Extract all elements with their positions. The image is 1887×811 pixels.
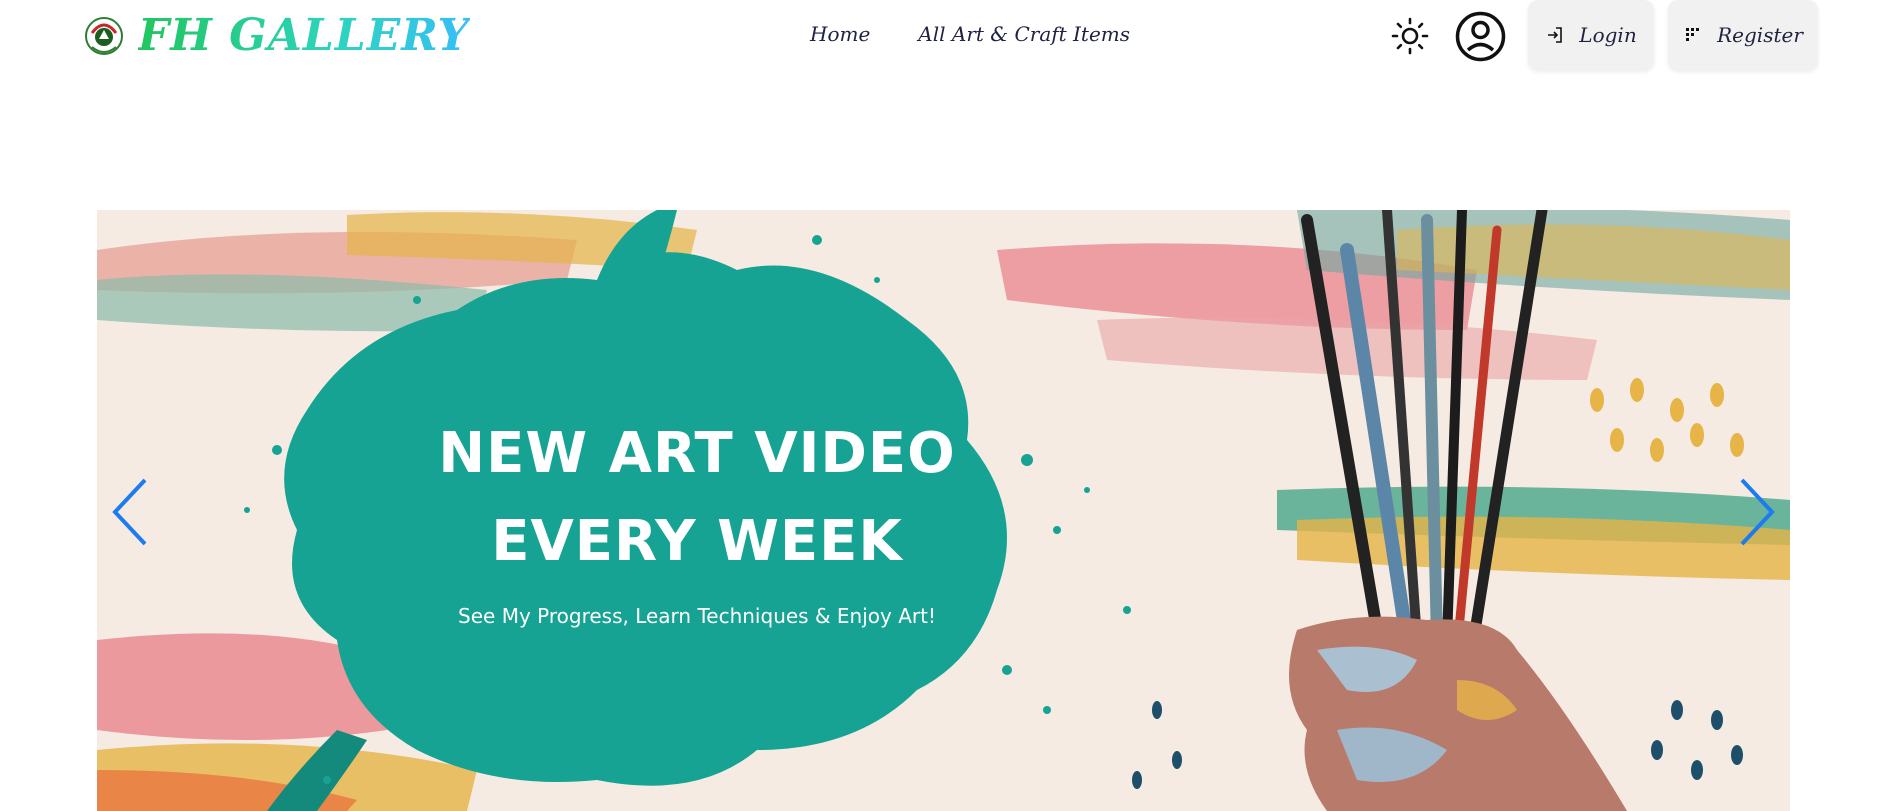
login-label: Login xyxy=(1579,23,1637,47)
login-arrow-icon xyxy=(1548,27,1563,43)
sun-icon xyxy=(1391,17,1429,55)
hero-text: NEW ART VIDEO EVERY WEEK See My Progress… xyxy=(397,410,997,628)
nav-link-all-art-craft-items[interactable]: All Art & Craft Items xyxy=(918,22,1130,46)
main-nav: Home All Art & Craft Items xyxy=(810,22,1130,46)
brand-home-link[interactable]: FH GALLERY xyxy=(84,10,470,62)
login-button[interactable]: Login xyxy=(1528,0,1654,70)
register-label: Register xyxy=(1717,23,1803,47)
hero-carousel: NEW ART VIDEO EVERY WEEK See My Progress… xyxy=(97,210,1790,811)
hero-title-line1: NEW ART VIDEO xyxy=(438,421,956,486)
user-circle-icon xyxy=(1455,11,1506,62)
hero-title-line2: EVERY WEEK xyxy=(491,509,903,574)
navbar: FH GALLERY Home All Art & Craft Items Lo… xyxy=(0,0,1887,74)
hero-subtitle: See My Progress, Learn Techniques & Enjo… xyxy=(458,604,936,628)
user-avatar[interactable] xyxy=(1455,11,1506,62)
nav-link-home[interactable]: Home xyxy=(810,22,870,46)
chevron-right-icon xyxy=(1740,478,1775,546)
theme-toggle-button[interactable] xyxy=(1390,16,1430,56)
fh-gallery-logo xyxy=(85,17,123,55)
register-button[interactable]: Register xyxy=(1668,0,1818,70)
brand-name: FH GALLERY xyxy=(138,10,470,61)
chevron-left-icon xyxy=(112,478,147,546)
carousel-next-button[interactable] xyxy=(1730,472,1780,552)
carousel-prev-button[interactable] xyxy=(107,472,157,552)
register-grid-icon xyxy=(1686,28,1700,41)
